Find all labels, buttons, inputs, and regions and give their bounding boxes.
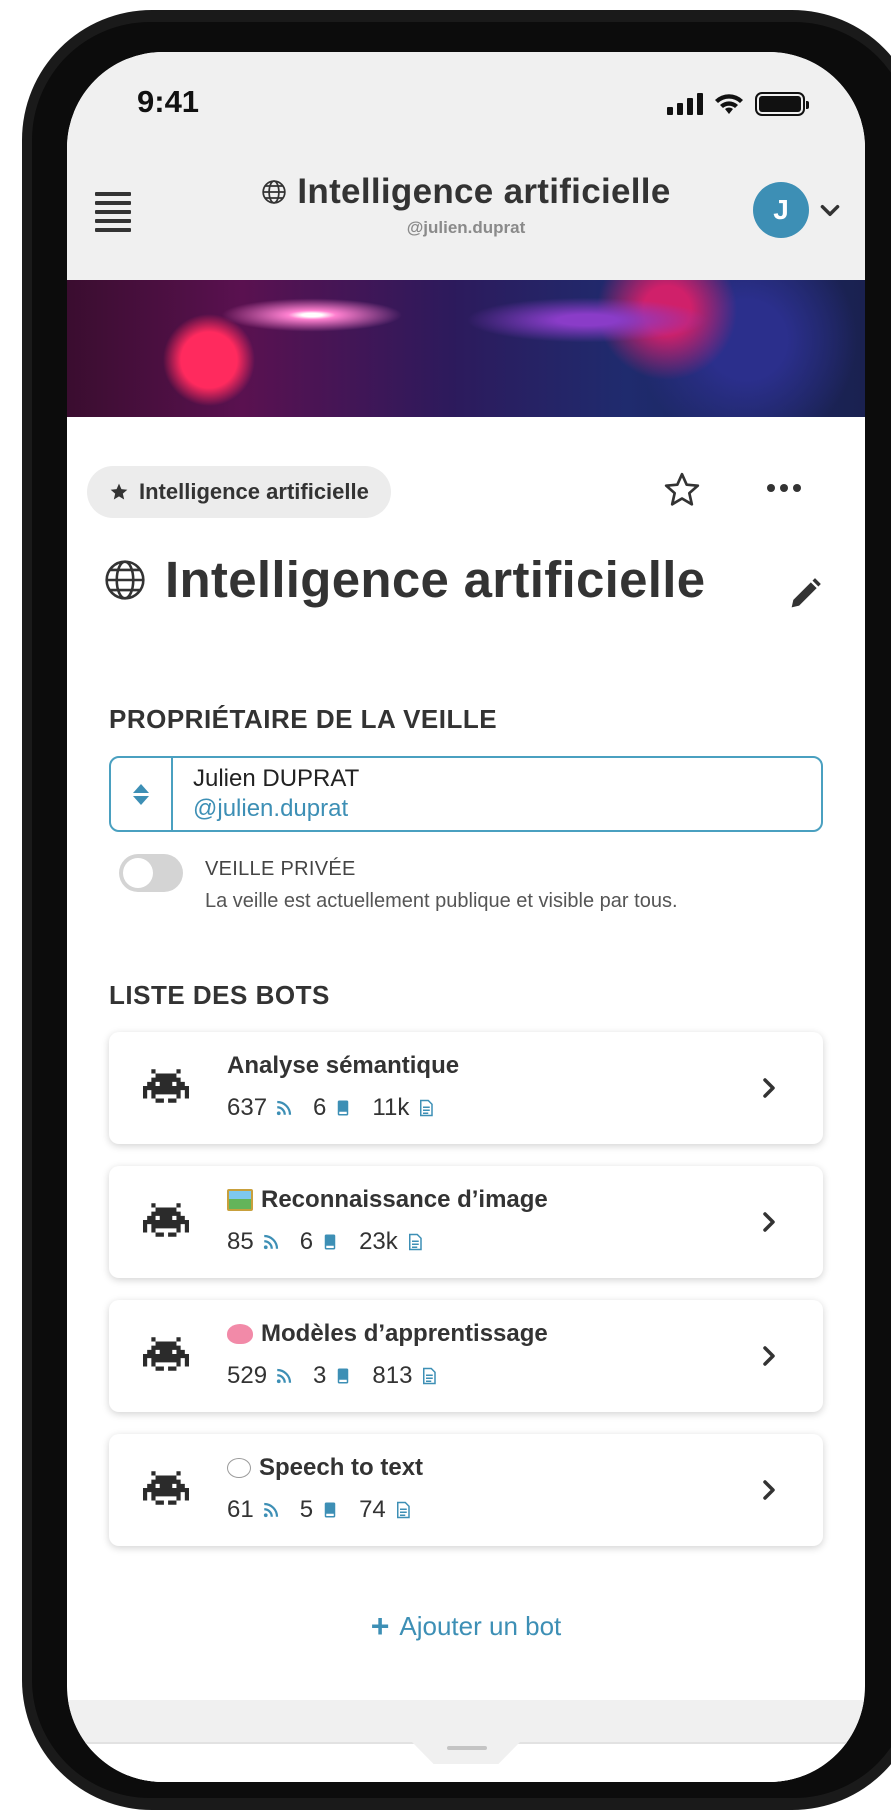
bot-card-reconnaissance[interactable]: Reconnaissance d’image 85 6 23k	[109, 1166, 823, 1278]
feed-count: 529	[227, 1362, 268, 1389]
bot-stats: 85 6 23k	[227, 1228, 436, 1256]
globe-icon	[262, 180, 287, 204]
collection-count: 3	[313, 1362, 327, 1389]
wifi-icon	[715, 94, 743, 114]
header-subtitle: @julien.duprat	[406, 218, 526, 237]
book-icon	[338, 1100, 349, 1116]
chevron-right-icon	[763, 1078, 775, 1098]
rss-icon	[263, 1502, 278, 1518]
bot-stats: 61 5 74	[227, 1496, 424, 1524]
document-icon	[423, 1367, 437, 1385]
owner-section-heading: PROPRIÉTAIRE DE LA VEILLE	[109, 704, 498, 734]
owner-name: Julien DUPRAT	[193, 765, 360, 792]
bot-name-text: Modèles d’apprentissage	[261, 1320, 548, 1347]
document-count: 23k	[359, 1228, 398, 1255]
space-invader-icon	[143, 1471, 189, 1505]
document-count: 813	[372, 1362, 413, 1389]
star-outline-icon[interactable]	[662, 470, 702, 510]
document-count: 11k	[372, 1094, 410, 1121]
private-toggle-description: La veille est actuellement publique et v…	[205, 890, 678, 912]
private-toggle-label: VEILLE PRIVÉE	[205, 858, 356, 880]
chevron-right-icon	[763, 1480, 775, 1500]
feed-count: 61	[227, 1496, 254, 1523]
battery-icon	[755, 92, 809, 116]
owner-handle: @julien.duprat	[193, 795, 349, 822]
feed-count: 637	[227, 1094, 268, 1121]
globe-icon	[105, 559, 145, 600]
header-title: Intelligence artificielle	[297, 172, 671, 211]
top-bar: 9:41 Intelligence artificielle @julien.d…	[67, 52, 865, 280]
bottom-sheet-handle[interactable]	[447, 1746, 487, 1750]
bot-name: Analyse sémantique	[227, 1052, 459, 1080]
page-title-block: Intelligence artificielle	[103, 550, 705, 609]
add-bot-label: Ajouter un bot	[399, 1611, 562, 1641]
header-title-block: Intelligence artificielle @julien.duprat	[67, 172, 865, 238]
owner-select[interactable]: Julien DUPRAT @julien.duprat	[109, 756, 823, 832]
chevron-down-icon[interactable]	[817, 198, 843, 224]
select-arrows-icon	[111, 758, 173, 830]
bot-card-analyse[interactable]: Analyse sémantique 637 6 11k	[109, 1032, 823, 1144]
pencil-icon[interactable]	[785, 574, 825, 614]
tag-chip-label: Intelligence artificielle	[139, 479, 369, 504]
rss-icon	[276, 1368, 292, 1384]
bot-name-text: Speech to text	[259, 1454, 424, 1481]
bot-stats: 637 6 11k	[227, 1094, 447, 1122]
space-invader-icon	[143, 1337, 189, 1371]
avatar-initial: J	[773, 194, 789, 225]
avatar[interactable]: J	[753, 182, 809, 238]
plus-icon: +	[370, 1608, 390, 1644]
bot-stats: 529 3 813	[227, 1362, 450, 1390]
collection-count: 5	[299, 1496, 314, 1523]
collection-count: 6	[299, 1228, 314, 1255]
app-screen: 9:41 Intelligence artificielle @julien.d…	[67, 52, 865, 1782]
bot-name-text: Reconnaissance d’image	[261, 1186, 548, 1213]
space-invader-icon	[143, 1203, 189, 1237]
chevron-right-icon	[763, 1346, 775, 1366]
collection-count: 6	[313, 1094, 327, 1121]
speech-bubble-emoji-icon	[227, 1458, 251, 1478]
private-toggle[interactable]	[119, 854, 183, 892]
bots-section-heading: LISTE DES BOTS	[109, 980, 330, 1010]
bot-name: Speech to text	[227, 1454, 423, 1482]
chevron-right-icon	[763, 1212, 775, 1232]
book-icon	[338, 1368, 349, 1384]
picture-emoji-icon	[227, 1189, 253, 1211]
page-title: Intelligence artificielle	[165, 551, 706, 608]
space-invader-icon	[143, 1069, 189, 1103]
document-icon	[408, 1233, 422, 1251]
rss-icon	[263, 1234, 278, 1250]
bot-card-modeles[interactable]: Modèles d’apprentissage 529 3 813	[109, 1300, 823, 1412]
add-bot-button[interactable]: + Ajouter un bot	[67, 1608, 865, 1645]
bot-name: Reconnaissance d’image	[227, 1186, 548, 1214]
book-icon	[324, 1234, 336, 1250]
status-clock: 9:41	[137, 84, 200, 119]
rss-icon	[276, 1100, 292, 1116]
bot-name-text: Analyse sémantique	[227, 1052, 460, 1079]
document-count: 74	[359, 1496, 386, 1523]
bot-card-speech[interactable]: Speech to text 61 5 74	[109, 1434, 823, 1546]
document-icon	[420, 1099, 434, 1117]
status-icons	[667, 92, 809, 116]
star-filled-icon	[110, 483, 128, 500]
document-icon	[396, 1501, 410, 1519]
feed-count: 85	[227, 1228, 254, 1255]
brain-emoji-icon	[227, 1324, 253, 1344]
cellular-signal-icon	[667, 93, 703, 115]
topic-tag-chip[interactable]: Intelligence artificielle	[87, 466, 391, 518]
cover-banner-image	[67, 280, 865, 417]
more-horizontal-icon[interactable]	[767, 484, 801, 492]
book-icon	[324, 1502, 336, 1518]
bot-name: Modèles d’apprentissage	[227, 1320, 548, 1348]
